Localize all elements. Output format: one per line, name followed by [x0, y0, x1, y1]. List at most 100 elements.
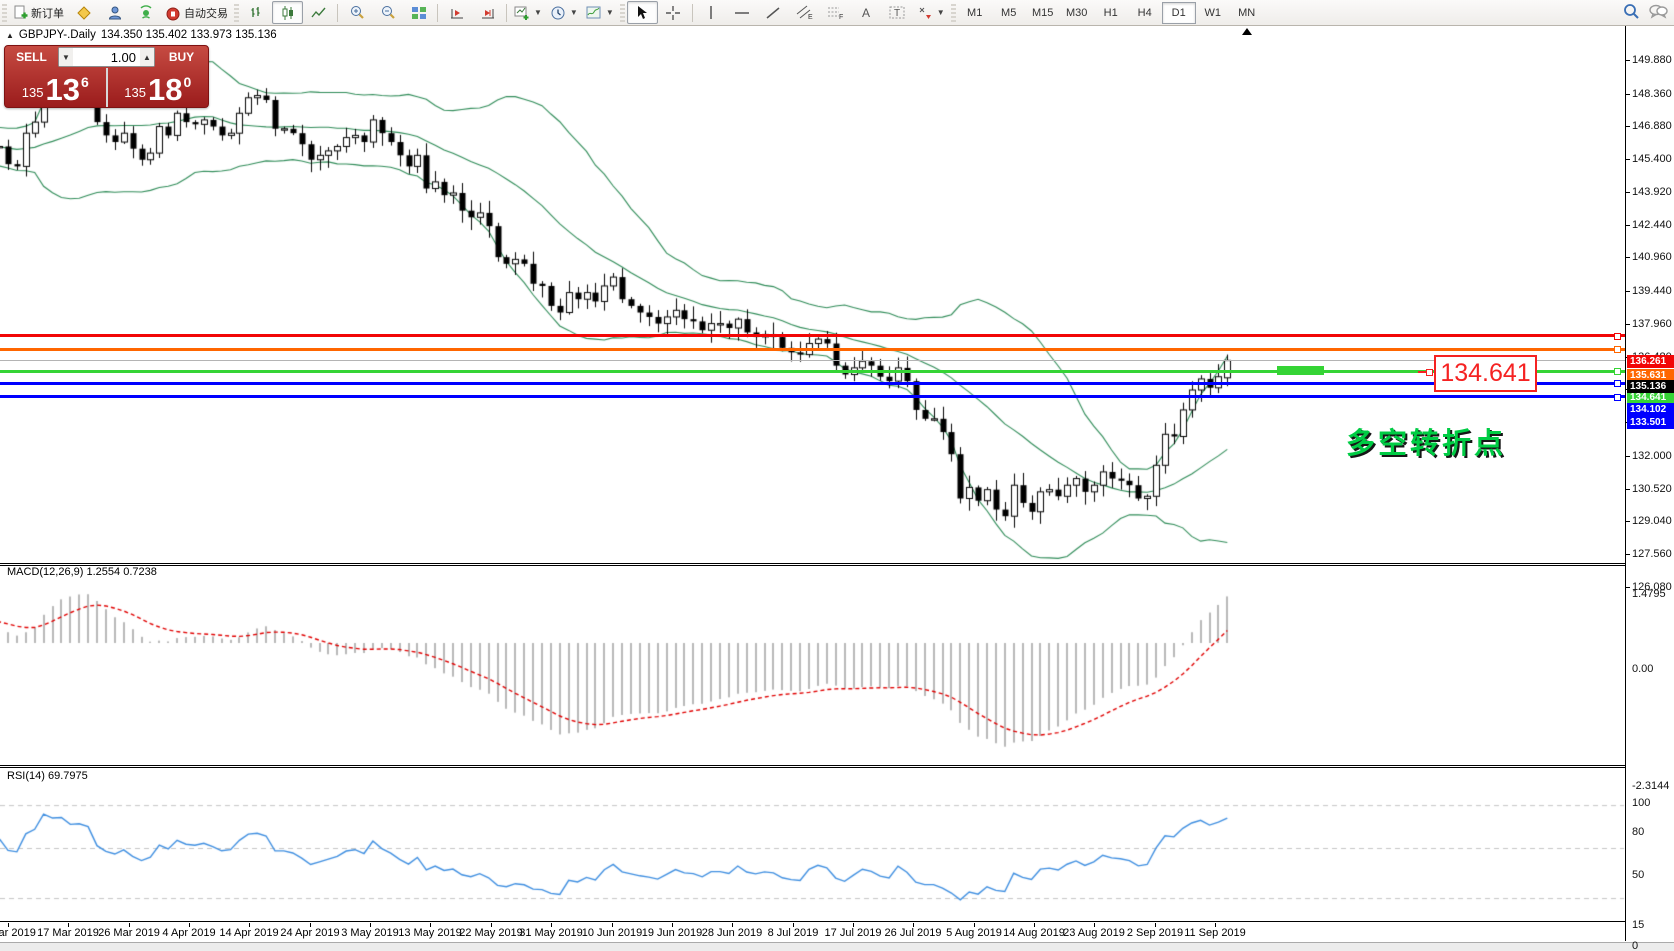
line-chart-button[interactable]: [303, 1, 334, 24]
axis-tick: [1626, 94, 1630, 95]
panel-separator[interactable]: [0, 921, 1625, 922]
horizontal-level-line-133.501[interactable]: [0, 395, 1625, 398]
tile-windows-button[interactable]: [403, 1, 434, 24]
toolbar-grip[interactable]: [2, 4, 7, 22]
macd-scale-label: 1.4795: [1632, 588, 1666, 600]
level-line-anchor[interactable]: [1614, 346, 1621, 353]
price-tick-label: 132.000: [1632, 450, 1672, 462]
templates-button[interactable]: ▼: [582, 1, 618, 24]
date-label: 5 Aug 2019: [946, 927, 1002, 939]
price-tick-label: 146.880: [1632, 120, 1672, 132]
zoom-out-button[interactable]: [372, 1, 403, 24]
new-order-icon: [13, 5, 28, 20]
tf-button-M15[interactable]: M15: [1026, 2, 1060, 24]
level-line-anchor[interactable]: [1614, 333, 1621, 340]
new-order-button[interactable]: 新订单: [9, 1, 68, 24]
tf-button-W1[interactable]: W1: [1196, 2, 1230, 24]
panel-separator[interactable]: [0, 765, 1625, 766]
signal-button[interactable]: [130, 1, 161, 24]
panel-separator[interactable]: [0, 563, 1625, 564]
svg-text:E: E: [808, 14, 813, 20]
arrows-tool-button[interactable]: ▼: [913, 1, 949, 24]
toolbar-separator: [692, 4, 693, 22]
volume-increase-button[interactable]: ▲: [140, 48, 154, 66]
vertical-line-icon: [705, 5, 717, 20]
cursor-icon: [635, 5, 649, 20]
bar-chart-button[interactable]: [241, 1, 272, 24]
collapse-triangle-icon[interactable]: ▲: [6, 31, 14, 40]
metaeditor-button[interactable]: [68, 1, 99, 24]
date-axis[interactable]: 7 Mar 201917 Mar 201926 Mar 20194 Apr 20…: [0, 923, 1625, 941]
step-back-button[interactable]: [441, 1, 472, 24]
horizontal-level-line-135.631[interactable]: [0, 348, 1625, 351]
price-axis[interactable]: 149.880148.360146.880145.400143.920142.4…: [1625, 26, 1674, 941]
auto-trading-button[interactable]: 自动交易: [161, 1, 232, 24]
sell-price-tile[interactable]: 135 13 6: [5, 68, 108, 107]
channel-tool-button[interactable]: E: [789, 1, 820, 24]
axis-tick: [1626, 456, 1630, 457]
horizontal-line-icon: [734, 7, 750, 19]
tf-button-M1[interactable]: M1: [958, 2, 992, 24]
level-line-anchor[interactable]: [1614, 394, 1621, 401]
price-tag-label[interactable]: 134.641: [1434, 355, 1537, 392]
caret-down-icon: ▼: [534, 8, 542, 17]
arrows-icon: [917, 5, 933, 20]
horizontal-level-line-136.261[interactable]: [0, 334, 1625, 337]
step-forward-button[interactable]: [472, 1, 503, 24]
rsi-name: RSI(14): [7, 770, 45, 782]
price-tick-label: 142.440: [1632, 219, 1672, 231]
tf-button-MN[interactable]: MN: [1230, 2, 1264, 24]
cursor-tool-button[interactable]: [627, 1, 658, 24]
buy-button[interactable]: BUY: [155, 46, 208, 68]
price-tick-label: 148.360: [1632, 88, 1672, 100]
horizontal-level-line-134.641[interactable]: [0, 370, 1625, 373]
toolbar-grip: [620, 4, 625, 22]
bar-chart-icon: [249, 5, 265, 21]
tf-button-M5[interactable]: M5: [992, 2, 1026, 24]
sell-button[interactable]: SELL: [5, 46, 58, 68]
buy-price-tile[interactable]: 135 18 0: [108, 68, 209, 107]
tf-button-M30[interactable]: M30: [1060, 2, 1094, 24]
label-tool-button[interactable]: T: [882, 1, 913, 24]
horizontal-line-tool-button[interactable]: [727, 1, 758, 24]
sell-price-pips: 13: [45, 76, 79, 104]
volume-input[interactable]: 1.00: [73, 48, 140, 66]
axis-tick: [1626, 192, 1630, 193]
level-line-anchor[interactable]: [1614, 380, 1621, 387]
date-label: 14 Apr 2019: [219, 927, 278, 939]
horizontal-level-line-134.102[interactable]: [0, 382, 1625, 385]
price-tick-label: 129.040: [1632, 515, 1672, 527]
tf-button-D1[interactable]: D1: [1162, 2, 1196, 24]
crosshair-tool-button[interactable]: [658, 1, 689, 24]
text-tool-button[interactable]: A: [851, 1, 882, 24]
chat-icon[interactable]: [1648, 3, 1668, 22]
axis-tick: [1626, 291, 1630, 292]
chart-canvas[interactable]: [0, 0, 1674, 951]
panel-separator[interactable]: [0, 565, 1625, 566]
chart-shift-marker[interactable]: [1242, 28, 1252, 35]
green-highlight-bar[interactable]: [1277, 366, 1324, 375]
periods-button[interactable]: ▼: [546, 1, 582, 24]
search-icon[interactable]: [1623, 3, 1640, 23]
price-tag-anchor: [1426, 369, 1433, 376]
channel-icon: E: [796, 5, 813, 20]
new-chart-icon: [514, 5, 530, 21]
level-line-anchor[interactable]: [1614, 368, 1621, 375]
date-label: 26 Jul 2019: [885, 927, 942, 939]
axis-tick: [1626, 126, 1630, 127]
profile-button[interactable]: [99, 1, 130, 24]
macd-name: MACD(12,26,9): [7, 566, 83, 578]
fibonacci-tool-button[interactable]: F: [820, 1, 851, 24]
crosshair-icon: [665, 5, 681, 21]
zoom-in-button[interactable]: [341, 1, 372, 24]
vertical-line-tool-button[interactable]: [696, 1, 727, 24]
date-label: 11 Sep 2019: [1184, 927, 1246, 939]
volume-decrease-button[interactable]: ▼: [59, 48, 73, 66]
panel-separator[interactable]: [0, 767, 1625, 768]
candlestick-chart-button[interactable]: [272, 1, 303, 24]
trendline-tool-button[interactable]: [758, 1, 789, 24]
chinese-annotation[interactable]: 多空转折点: [1346, 420, 1506, 462]
tf-button-H1[interactable]: H1: [1094, 2, 1128, 24]
new-chart-button[interactable]: ▼: [510, 1, 546, 24]
tf-button-H4[interactable]: H4: [1128, 2, 1162, 24]
